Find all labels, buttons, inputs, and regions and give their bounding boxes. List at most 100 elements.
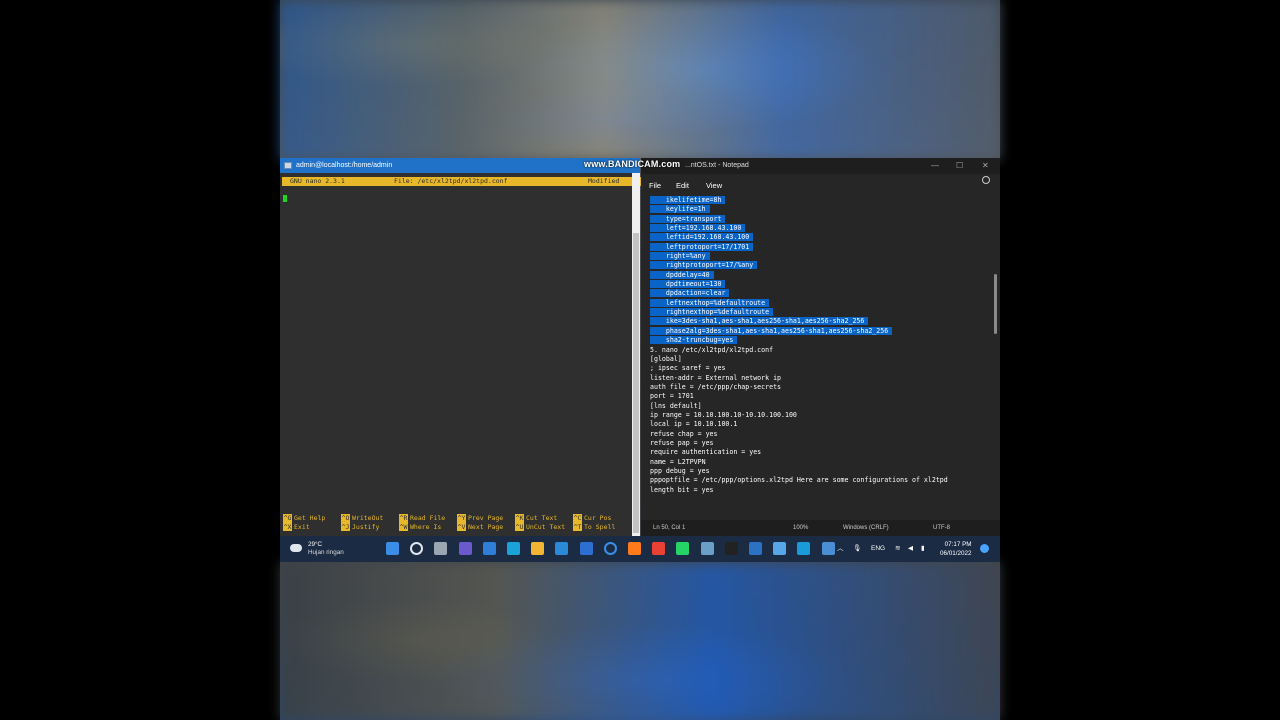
text-line-selected: leftprotoport=17/1701 <box>650 242 990 252</box>
nano-shortcut-label: Cut Text <box>526 514 558 522</box>
terminal-icon[interactable] <box>724 542 738 555</box>
blurred-bottom-background <box>280 562 1000 720</box>
text-line-selected: dpdtimeout=130 <box>650 280 990 289</box>
text-line-selected: ike=3des-sha1,aes-sha1,aes256-sha1,aes25… <box>650 317 990 326</box>
selection-highlight: dpdtimeout=130 <box>650 280 726 289</box>
text-line-selected: right=%any <box>650 252 990 261</box>
selection-highlight: type=transport <box>650 214 726 223</box>
nano-shortcut-label: Cur Pos <box>584 514 612 522</box>
text-line: [lns default] <box>650 401 702 410</box>
selection-highlight: dpddelay=40 <box>650 270 714 279</box>
notepad-window[interactable]: ...ntOS.txt - Notepad — ☐ ✕ File Edit Vi… <box>641 158 1000 536</box>
nano-shortcut-key: ^V <box>457 522 466 531</box>
notepad-text-area[interactable]: ikelifetime=8h keylife=1h type=transport… <box>650 196 990 516</box>
putty-window[interactable]: admin@localhost:/home/admin GNU nano 2.3… <box>280 158 906 536</box>
menu-file[interactable]: File <box>649 181 661 190</box>
text-line-selected: dpdaction=clear <box>650 289 990 298</box>
selection-highlight: keylife=1h <box>650 205 710 214</box>
photos-icon[interactable] <box>700 542 714 555</box>
menu-edit[interactable]: Edit <box>676 181 689 190</box>
file-explorer-icon[interactable] <box>531 542 545 555</box>
notepad-icon[interactable] <box>773 542 787 555</box>
putty-icon[interactable] <box>821 542 835 555</box>
nano-shortcut-key: ^J <box>341 522 350 531</box>
settings-gear-icon[interactable] <box>982 176 990 184</box>
nano-shortcut-label: Read File <box>410 514 446 522</box>
selection-highlight: leftid=192.168.43.100 <box>650 233 754 242</box>
terminal-cursor <box>283 195 287 202</box>
notepad-titlebar[interactable]: ...ntOS.txt - Notepad — ☐ ✕ <box>641 158 1000 174</box>
text-line-selected: dpddelay=40 <box>650 270 990 280</box>
selection-highlight: leftnexthop=%defaultroute <box>650 298 770 307</box>
nano-shortcut-key: ^W <box>399 522 408 531</box>
clock[interactable]: 07:17 PM 06/01/2022 <box>940 540 972 558</box>
text-line: name = L2TPVPN <box>650 457 706 466</box>
selection-highlight: rightprotoport=17/%any <box>650 261 758 270</box>
search-icon[interactable] <box>410 542 424 555</box>
notepad-statusbar: Ln 50, Col 1 100% Windows (CRLF) UTF-8 <box>641 520 1000 536</box>
text-line-selected: ikelifetime=8h <box>650 196 990 205</box>
text-line: port = 1701 <box>650 392 694 401</box>
status-zoom: 100% <box>793 525 809 531</box>
monitor-icon[interactable] <box>797 542 811 555</box>
text-line: refuse pap = yes <box>650 438 714 447</box>
edge-icon[interactable] <box>507 542 520 555</box>
language-indicator[interactable]: ENG <box>871 536 885 562</box>
nano-shortcut-key: ^U <box>515 522 524 531</box>
nano-shortcut-key: ^R <box>399 514 408 523</box>
firefox-icon[interactable] <box>628 542 641 555</box>
nano-shortcut-label: Where Is <box>410 522 442 531</box>
nano-shortcut: ^W Where Is <box>399 522 457 531</box>
whatsapp-icon[interactable] <box>676 542 690 555</box>
cortana-icon[interactable] <box>603 542 617 555</box>
putty-scrollbar[interactable] <box>632 173 640 536</box>
nano-shortcut-key: ^K <box>515 514 524 523</box>
task-view-icon[interactable] <box>434 542 448 555</box>
nano-shortcut-label: Get Help <box>294 514 326 522</box>
notepad-scrollbar[interactable] <box>994 274 997 334</box>
menu-view[interactable]: View <box>706 181 722 190</box>
battery-icon[interactable]: ▮ <box>921 536 925 562</box>
weather-temp: 29°C <box>308 541 323 548</box>
maximize-icon[interactable]: ☐ <box>956 158 963 174</box>
nano-shortcut-label: Exit <box>294 522 310 531</box>
teams-chat-icon[interactable] <box>458 542 472 555</box>
putty-title: admin@localhost:/home/admin <box>296 162 393 169</box>
speaker-icon[interactable]: ◀ <box>908 536 913 562</box>
close-icon[interactable]: ✕ <box>982 158 989 174</box>
clock-date: 06/01/2022 <box>940 550 972 557</box>
text-line-selected: rightnexthop=%defaultroute <box>650 308 990 317</box>
nano-shortcut-key: ^C <box>573 514 582 523</box>
clock-time: 07:17 PM <box>944 541 972 548</box>
nano-shortcut-label: WriteOut <box>352 514 384 522</box>
notepad-menubar: File Edit View <box>641 174 1000 196</box>
chevron-up-icon[interactable]: ︿ <box>837 536 844 562</box>
text-line-selected: keylife=1h <box>650 205 990 214</box>
chrome-icon[interactable] <box>652 542 666 555</box>
selection-highlight: phase2alg=3des-sha1,aes-sha1,aes256-sha1… <box>650 326 893 335</box>
selection-highlight: ike=3des-sha1,aes-sha1,aes256-sha1,aes25… <box>650 317 869 326</box>
nano-shortcut-column: ^K Cut Text ^U UnCut Text <box>515 514 573 531</box>
minimize-icon[interactable]: — <box>931 158 939 174</box>
scrollbar-thumb[interactable] <box>633 233 639 533</box>
text-line-selected: leftnexthop=%defaultroute <box>650 298 990 308</box>
lync-icon[interactable] <box>579 542 593 555</box>
mail-icon[interactable] <box>555 542 569 555</box>
bandicam-watermark: www.BANDICAM.com <box>584 159 681 169</box>
text-line-selected: rightprotoport=17/%any <box>650 261 990 270</box>
widgets-icon[interactable] <box>482 542 496 555</box>
text-line-selected: left=192.168.43.100 <box>650 224 990 233</box>
nano-shortcut: ^T To Spell <box>573 522 631 531</box>
nano-shortcut: ^J Justify <box>341 522 399 531</box>
nano-shortcut-key: ^T <box>573 522 582 531</box>
nano-shortcut-column: ^G Get Help ^X Exit <box>283 514 341 531</box>
outlook-icon[interactable] <box>749 542 762 555</box>
notification-icon[interactable] <box>980 544 989 553</box>
start-icon[interactable] <box>386 542 399 555</box>
nano-shortcut-column: ^O WriteOut ^J Justify <box>341 514 399 531</box>
nano-shortcut: ^K Cut Text <box>515 514 573 523</box>
nano-shortcut: ^V Next Page <box>457 522 515 531</box>
wifi-icon[interactable]: ≋ <box>895 536 900 562</box>
nano-shortcut: ^Y Prev Page <box>457 514 515 523</box>
microphone-icon[interactable]: 🎙 <box>853 536 861 562</box>
